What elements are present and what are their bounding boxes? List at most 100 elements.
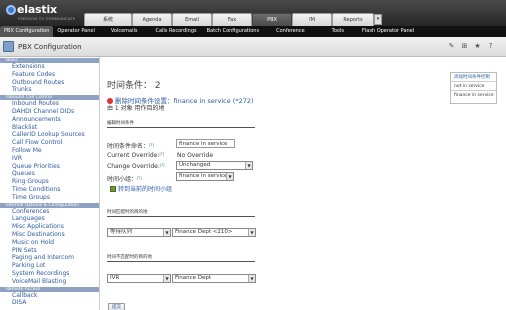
match-target-selected: Finance Dept <210> bbox=[175, 229, 233, 235]
tab-agenda[interactable]: Agenda bbox=[132, 13, 172, 26]
sidebar-item-follow-me[interactable]: Follow Me bbox=[0, 147, 99, 155]
tab-email[interactable]: Email bbox=[172, 13, 212, 26]
match-destination-heading: 时间匹配时的目的地 bbox=[107, 209, 255, 217]
tab-im[interactable]: IM bbox=[292, 13, 332, 26]
time-condition-item-finance-in-service[interactable]: finance in service bbox=[451, 91, 496, 100]
tab-fax[interactable]: Fax bbox=[212, 13, 252, 26]
subtab-batch-configurations[interactable]: Batch Configurations bbox=[203, 26, 263, 37]
subtab-operator-panel[interactable]: Operator Panel bbox=[53, 26, 98, 37]
current-override-label-text: Current Override: bbox=[107, 152, 160, 159]
nomatch-target-selected: Finance Dept bbox=[175, 275, 212, 281]
brand-tagline: FREEDOM TO COMMUNICATE bbox=[18, 17, 76, 21]
tab-reports[interactable]: Reports bbox=[332, 13, 374, 26]
nomatch-destination-target-select[interactable]: Finance Dept ▼ bbox=[172, 274, 256, 283]
current-override-help-icon[interactable]: [?] bbox=[159, 152, 164, 156]
time-group-label: 时间小组：[?] bbox=[107, 174, 142, 183]
subtab-voicemails[interactable]: Voicemails bbox=[99, 26, 150, 37]
chevron-down-icon: ▼ bbox=[163, 275, 170, 282]
elastix-swirl-icon bbox=[6, 5, 16, 15]
more-tabs-dropdown-icon[interactable]: ▾ bbox=[374, 14, 382, 25]
sidebar-item-conferences[interactable]: Conferences bbox=[0, 208, 99, 216]
nomatch-type-selected: IVR bbox=[110, 275, 120, 281]
sidebar-item-ivr[interactable]: IVR bbox=[0, 155, 99, 163]
sidebar-item-extensions[interactable]: Extensions bbox=[0, 63, 99, 71]
time-group-help-icon[interactable]: [?] bbox=[137, 176, 142, 180]
time-group-selected: finance in service bbox=[179, 173, 228, 179]
chevron-down-icon: ▼ bbox=[248, 229, 255, 236]
current-override-value: No Override bbox=[177, 152, 214, 159]
sidebar-item-callback[interactable]: Callback bbox=[0, 292, 99, 300]
time-group-select[interactable]: finance in service ▼ bbox=[176, 172, 234, 181]
pbx-module-icon bbox=[3, 41, 14, 52]
help-icon[interactable]: ? bbox=[487, 43, 494, 50]
change-override-help-icon[interactable]: [?] bbox=[160, 163, 165, 167]
subtab-flash-operator-panel[interactable]: Flash Operator Panel bbox=[358, 26, 418, 37]
sidebar-item-callerid-lookup[interactable]: CallerID Lookup Sources bbox=[0, 131, 99, 139]
sidebar-item-pin-sets[interactable]: PIN Sets bbox=[0, 247, 99, 255]
sidebar-item-paging-intercom[interactable]: Paging and Intercom bbox=[0, 254, 99, 262]
module-title-bar: PBX Configuration ✎ ⊞ ★ ? bbox=[0, 37, 506, 57]
sidebar-item-dahdi-channel-dids[interactable]: DAHDI Channel DIDs bbox=[0, 108, 99, 116]
subtab-pbx-configuration[interactable]: PBX Configuration bbox=[0, 26, 54, 37]
match-destination-type-select[interactable]: 等待队列 ▼ bbox=[107, 228, 171, 237]
brand-name: elastix bbox=[17, 3, 57, 16]
submit-button[interactable]: 提交 bbox=[108, 303, 125, 310]
nomatch-destination-heading: 时间不匹配时的目的地 bbox=[107, 254, 255, 262]
change-override-selected: Unchanged bbox=[179, 162, 211, 168]
time-group-label-text: 时间小组： bbox=[107, 176, 138, 183]
time-condition-item-not-in-service[interactable]: not in service bbox=[451, 82, 496, 91]
change-override-select[interactable]: Unchanged ▼ bbox=[176, 161, 253, 170]
sidebar-item-disa[interactable]: DISA bbox=[0, 299, 99, 307]
star-icon[interactable]: ★ bbox=[474, 43, 481, 50]
elastix-logo[interactable]: elastix bbox=[6, 3, 57, 16]
subtab-tools[interactable]: Tools bbox=[318, 26, 358, 37]
time-group-icon bbox=[110, 186, 116, 192]
subtab-conference[interactable]: Conference bbox=[263, 26, 318, 37]
chevron-down-icon: ▼ bbox=[245, 162, 252, 169]
time-condition-name-input[interactable] bbox=[176, 139, 235, 148]
add-time-condition-link[interactable]: 添加时间条件控制 bbox=[451, 73, 496, 82]
sidebar-item-time-conditions[interactable]: Time Conditions bbox=[0, 186, 99, 194]
goto-time-group-text: 转到当前的时间小组 bbox=[118, 186, 173, 193]
toolbar-icons: ✎ ⊞ ★ ? bbox=[448, 43, 494, 50]
used-by-text: 由 1 对象 用作目的地 bbox=[107, 105, 165, 112]
subtab-calls-recordings[interactable]: Calls Recordings bbox=[149, 26, 202, 37]
sidebar-item-languages[interactable]: Languages bbox=[0, 215, 99, 223]
match-destination-target-select[interactable]: Finance Dept <210> ▼ bbox=[172, 228, 256, 237]
chevron-down-icon: ▼ bbox=[163, 229, 170, 236]
module-title: PBX Configuration bbox=[18, 43, 82, 51]
change-override-label-text: Change Override: bbox=[107, 163, 160, 170]
sidebar-item-music-on-hold[interactable]: Music on Hold bbox=[0, 239, 99, 247]
sidebar-item-misc-destinations[interactable]: Misc Destinations bbox=[0, 231, 99, 239]
chevron-down-icon: ▼ bbox=[248, 275, 255, 282]
sidebar-item-trunks[interactable]: Trunks bbox=[0, 86, 99, 94]
sidebar-item-voicemail-blasting[interactable]: VoiceMail Blasting bbox=[0, 278, 99, 286]
main-content: 时间条件： 2 删除时间条件设置：finance in service (*27… bbox=[100, 57, 506, 310]
sidebar-item-outbound-routes[interactable]: Outbound Routes bbox=[0, 79, 99, 87]
tab-system[interactable]: 系统 bbox=[84, 13, 132, 26]
sidebar-item-parking-lot[interactable]: Parking Lot bbox=[0, 262, 99, 270]
tab-pbx[interactable]: PBX bbox=[252, 13, 292, 26]
name-help-icon[interactable]: [?] bbox=[149, 143, 154, 147]
goto-time-group-link[interactable]: 转到当前的时间小组 bbox=[110, 184, 172, 193]
add-tab-icon[interactable]: ⊞ bbox=[461, 43, 468, 50]
sidebar-item-queue-priorities[interactable]: Queue Priorities bbox=[0, 163, 99, 171]
sidebar-item-system-recordings[interactable]: System Recordings bbox=[0, 270, 99, 278]
sidebar-item-inbound-routes[interactable]: Inbound Routes bbox=[0, 100, 99, 108]
edit-icon[interactable]: ✎ bbox=[448, 43, 455, 50]
match-type-selected: 等待队列 bbox=[110, 229, 133, 235]
sidebar: Basic Extensions Feature Codes Outbound … bbox=[0, 57, 100, 310]
name-label: 时间条件命名：[?] bbox=[107, 141, 154, 150]
time-conditions-list-panel: 添加时间条件控制 not in service finance in servi… bbox=[450, 72, 497, 104]
sidebar-item-announcements[interactable]: Announcements bbox=[0, 116, 99, 124]
sidebar-item-blacklist[interactable]: Blacklist bbox=[0, 124, 99, 132]
sidebar-item-call-flow-control[interactable]: Call Flow Control bbox=[0, 139, 99, 147]
nomatch-destination-type-select[interactable]: IVR ▼ bbox=[107, 274, 171, 283]
top-header: elastix FREEDOM TO COMMUNICATE 系统 Agenda… bbox=[0, 0, 506, 26]
sidebar-item-misc-applications[interactable]: Misc Applications bbox=[0, 223, 99, 231]
sidebar-item-time-groups[interactable]: Time Groups bbox=[0, 194, 99, 202]
sidebar-item-queues[interactable]: Queues bbox=[0, 170, 99, 178]
sidebar-item-ring-groups[interactable]: Ring Groups bbox=[0, 178, 99, 186]
current-override-label: Current Override:[?] bbox=[107, 152, 164, 159]
sidebar-item-feature-codes[interactable]: Feature Codes bbox=[0, 71, 99, 79]
